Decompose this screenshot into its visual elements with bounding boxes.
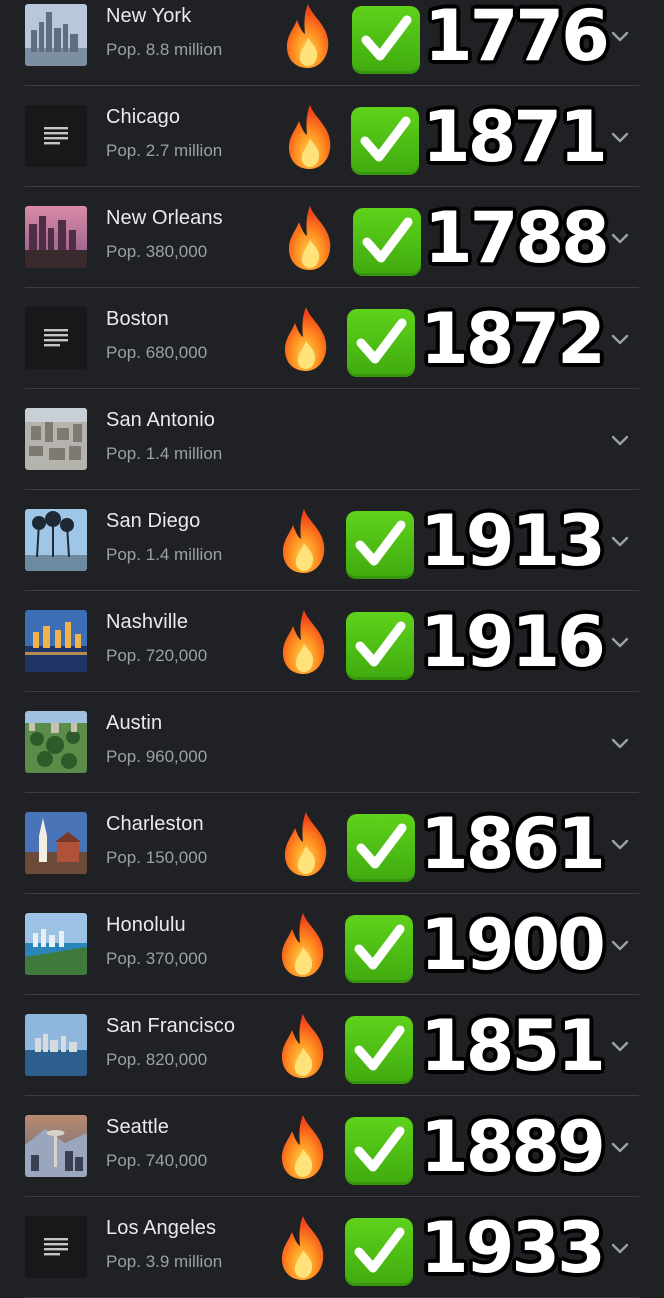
- year-label: 1872: [420, 298, 606, 380]
- city-name: Austin: [106, 712, 163, 734]
- city-name: New Orleans: [106, 207, 223, 229]
- year-label: 1913: [420, 500, 606, 582]
- year-label: 1871: [422, 96, 608, 178]
- fire-emoji-icon: [275, 911, 331, 979]
- check-mark-icon: [347, 814, 415, 882]
- city-row[interactable]: Nashville Pop. 720,000 1916: [25, 591, 639, 692]
- city-population: Pop. 1.4 million: [106, 545, 223, 564]
- photo-dusk-skyline-icon: [25, 206, 87, 268]
- city-list: New York Pop. 8.8 million 1776 Chicago Pop. …: [0, 0, 664, 1298]
- check-mark-icon: [345, 1117, 413, 1185]
- city-population: Pop. 740,000: [106, 1151, 208, 1170]
- photo-bay-city-icon: [25, 1014, 87, 1076]
- city-population: Pop. 3.9 million: [106, 1252, 223, 1271]
- year-label: 1900: [420, 904, 606, 986]
- chevron-down-icon[interactable]: [609, 530, 631, 552]
- photo-city-aerial-icon: [25, 408, 87, 470]
- fire-emoji-icon: [278, 810, 334, 878]
- city-row[interactable]: Chicago Pop. 2.7 million 1871: [25, 86, 639, 187]
- year-label: 1788: [424, 197, 610, 279]
- check-mark-icon: [352, 6, 420, 74]
- document-icon: [25, 1216, 87, 1278]
- city-row[interactable]: San Francisco Pop. 820,000 1851: [25, 995, 639, 1096]
- fire-emoji-icon: [275, 1113, 331, 1181]
- check-mark-icon: [346, 612, 414, 680]
- city-population: Pop. 720,000: [106, 646, 208, 665]
- city-row[interactable]: Charleston Pop. 150,000 1861: [25, 793, 639, 894]
- check-mark-icon: [345, 1016, 413, 1084]
- chevron-down-icon[interactable]: [609, 934, 631, 956]
- city-population: Pop. 680,000: [106, 343, 208, 362]
- fire-emoji-icon: [278, 305, 334, 373]
- fire-emoji-icon: [276, 507, 332, 575]
- document-icon: [25, 307, 87, 369]
- fire-emoji-icon: [276, 608, 332, 676]
- city-row[interactable]: New Orleans Pop. 380,000 1788: [25, 187, 639, 288]
- chevron-down-icon[interactable]: [609, 126, 631, 148]
- chevron-down-icon[interactable]: [609, 1035, 631, 1057]
- city-name: Seattle: [106, 1116, 169, 1138]
- city-row[interactable]: San Diego Pop. 1.4 million 1913: [25, 490, 639, 591]
- check-mark-icon: [345, 1218, 413, 1286]
- check-mark-icon: [347, 309, 415, 377]
- photo-palm-trees-icon: [25, 509, 87, 571]
- city-population: Pop. 2.7 million: [106, 141, 223, 160]
- city-population: Pop. 820,000: [106, 1050, 208, 1069]
- chevron-down-icon[interactable]: [609, 1136, 631, 1158]
- city-name: San Diego: [106, 510, 201, 532]
- chevron-down-icon[interactable]: [609, 732, 631, 754]
- city-row[interactable]: Seattle Pop. 740,000 1889: [25, 1096, 639, 1197]
- city-population: Pop. 8.8 million: [106, 40, 223, 59]
- check-mark-icon: [353, 208, 421, 276]
- city-name: New York: [106, 5, 192, 27]
- city-population: Pop. 960,000: [106, 747, 208, 766]
- city-row[interactable]: New York Pop. 8.8 million 1776: [25, 0, 639, 86]
- year-label: 1933: [420, 1207, 606, 1289]
- photo-skyline-icon: [25, 4, 87, 66]
- city-population: Pop. 370,000: [106, 949, 208, 968]
- city-name: Chicago: [106, 106, 181, 128]
- year-label: 1889: [420, 1106, 606, 1188]
- photo-church-steeple-icon: [25, 812, 87, 874]
- photo-night-river-icon: [25, 610, 87, 672]
- year-label: 1916: [420, 601, 606, 683]
- city-population: Pop. 380,000: [106, 242, 208, 261]
- year-label: 1861: [420, 803, 606, 885]
- chevron-down-icon[interactable]: [609, 1237, 631, 1259]
- city-name: Honolulu: [106, 914, 186, 936]
- chevron-down-icon[interactable]: [609, 328, 631, 350]
- year-label: 1776: [424, 0, 610, 77]
- photo-coast-icon: [25, 913, 87, 975]
- fire-emoji-icon: [275, 1012, 331, 1080]
- city-row[interactable]: Boston Pop. 680,000 1872: [25, 288, 639, 389]
- check-mark-icon: [345, 915, 413, 983]
- fire-emoji-icon: [275, 1214, 331, 1282]
- city-row[interactable]: Los Angeles Pop. 3.9 million 1933: [25, 1197, 639, 1298]
- fire-emoji-icon: [282, 204, 338, 272]
- check-mark-icon: [351, 107, 419, 175]
- chevron-down-icon[interactable]: [609, 25, 631, 47]
- chevron-down-icon[interactable]: [609, 429, 631, 451]
- fire-emoji-icon: [282, 103, 338, 171]
- photo-space-needle-icon: [25, 1115, 87, 1177]
- city-name: San Francisco: [106, 1015, 236, 1037]
- city-name: San Antonio: [106, 409, 215, 431]
- city-name: Los Angeles: [106, 1217, 217, 1239]
- city-population: Pop. 150,000: [106, 848, 208, 867]
- city-row[interactable]: Honolulu Pop. 370,000 1900: [25, 894, 639, 995]
- chevron-down-icon[interactable]: [609, 833, 631, 855]
- city-row[interactable]: San Antonio Pop. 1.4 million: [25, 389, 639, 490]
- city-name: Nashville: [106, 611, 189, 633]
- chevron-down-icon[interactable]: [609, 631, 631, 653]
- city-population: Pop. 1.4 million: [106, 444, 223, 463]
- photo-park-aerial-icon: [25, 711, 87, 773]
- city-name: Charleston: [106, 813, 204, 835]
- city-row[interactable]: Austin Pop. 960,000: [25, 692, 639, 793]
- chevron-down-icon[interactable]: [609, 227, 631, 249]
- document-icon: [25, 105, 87, 167]
- fire-emoji-icon: [280, 2, 336, 70]
- city-name: Boston: [106, 308, 169, 330]
- year-label: 1851: [420, 1005, 606, 1087]
- check-mark-icon: [346, 511, 414, 579]
